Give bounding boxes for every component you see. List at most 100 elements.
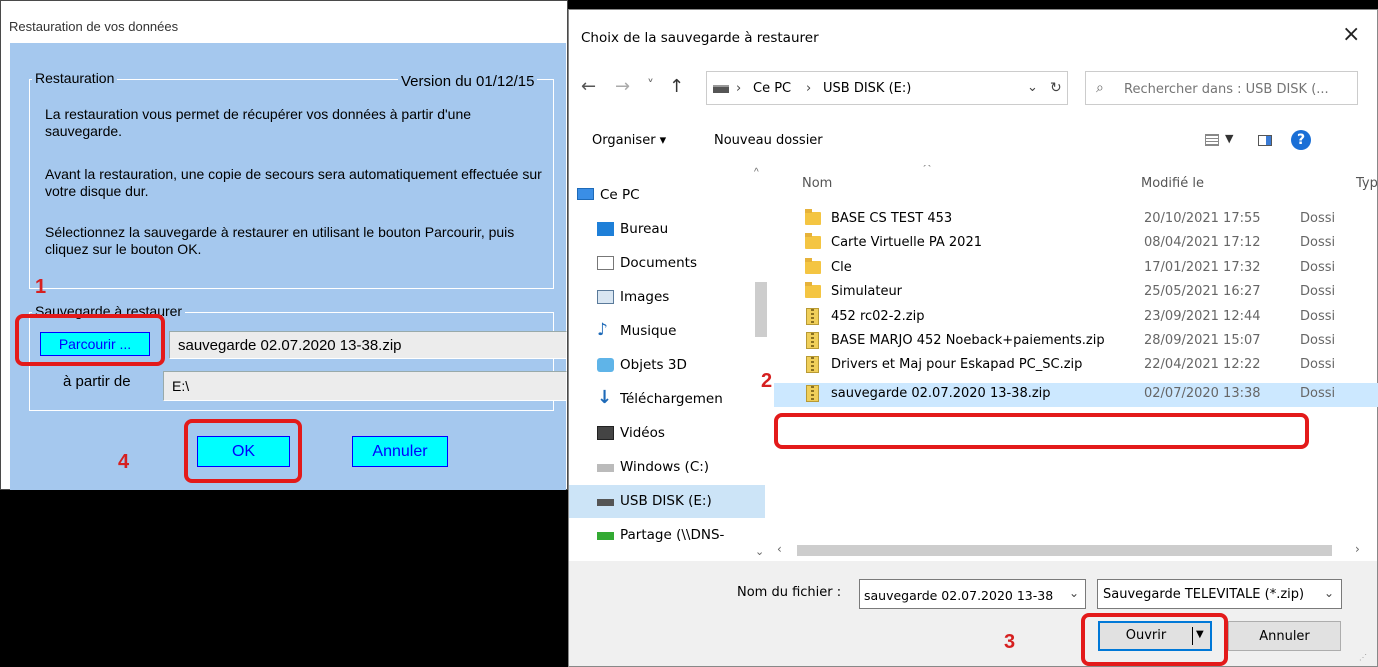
- nav-item-label: Vidéos: [620, 425, 665, 441]
- address-sep-1: ›: [736, 81, 742, 96]
- address-bar[interactable]: › Ce PC › USB DISK (E:) ⌄ ↻: [706, 71, 1068, 105]
- column-type[interactable]: Type: [1356, 176, 1378, 191]
- nav-item-label: Images: [620, 289, 670, 305]
- nav-item[interactable]: ♪ Musique: [569, 315, 765, 348]
- folder-icon: [805, 209, 821, 225]
- file-modified: 17/01/2021 17:32: [1144, 259, 1261, 275]
- nav-item-label: Documents: [620, 255, 697, 271]
- restore-dialog: Restauration de vos données Restauration…: [0, 0, 568, 490]
- file-row[interactable]: BASE MARJO 452 Noeback+paiements.zip 28/0…: [774, 330, 1378, 354]
- nav-item[interactable]: Images: [569, 281, 765, 314]
- open-options-dropdown-icon[interactable]: ▼: [1196, 629, 1204, 640]
- nav-item[interactable]: ↓ Téléchargemen: [569, 383, 765, 416]
- zip-icon: [806, 307, 819, 325]
- nav-item[interactable]: USB DISK (E:): [569, 485, 765, 518]
- picker-footer: Nom du fichier : ⌄ Sauvegarde TELEVITALE…: [569, 561, 1377, 666]
- from-path-field[interactable]: [163, 371, 567, 401]
- search-box[interactable]: ⌕: [1085, 71, 1358, 105]
- forward-arrow-icon[interactable]: →: [615, 76, 630, 97]
- refresh-icon[interactable]: ↻: [1050, 80, 1062, 96]
- nav-scroll-down-icon[interactable]: ⌄: [755, 545, 764, 558]
- chevron-down-icon[interactable]: ⌄: [1027, 80, 1038, 95]
- column-name[interactable]: Nom: [802, 176, 832, 191]
- nav-item[interactable]: Windows (C:): [569, 451, 765, 484]
- backup-file-field[interactable]: [169, 331, 567, 359]
- address-crumb-ce-pc[interactable]: Ce PC: [753, 81, 791, 96]
- help-icon[interactable]: ?: [1291, 130, 1311, 150]
- nav-item[interactable]: Bureau: [569, 213, 765, 246]
- chevron-down-icon[interactable]: ⌄: [1069, 586, 1079, 600]
- horizontal-scrollbar-thumb[interactable]: [797, 545, 1332, 556]
- column-modified[interactable]: Modifié le: [1141, 176, 1204, 191]
- file-row[interactable]: Drivers et Maj pour Eskapad PC_SC.zip 22/…: [774, 354, 1378, 378]
- file-row[interactable]: Simulateur 25/05/2021 16:27 Dossi: [774, 281, 1378, 305]
- view-mode-icon[interactable]: [1205, 134, 1219, 146]
- file-row-selected[interactable]: sauvegarde 02.07.2020 13-38.zip 02/07/202…: [774, 382, 1378, 407]
- preview-pane-icon[interactable]: [1258, 135, 1272, 146]
- address-crumb-usb[interactable]: USB DISK (E:): [823, 81, 911, 96]
- file-type: Dossi: [1300, 333, 1336, 348]
- filename-combo[interactable]: ⌄: [859, 579, 1086, 609]
- file-type-filter[interactable]: Sauvegarde TELEVITALE (*.zip) ⌄: [1097, 579, 1342, 609]
- file-type: Dossi: [1300, 357, 1336, 373]
- file-type: Dossi: [1300, 308, 1336, 324]
- up-arrow-icon[interactable]: ↑: [669, 76, 684, 97]
- file-row[interactable]: BASE CS TEST 453 20/10/2021 17:55 Dossi: [774, 208, 1378, 232]
- filename-input[interactable]: [864, 586, 1064, 604]
- file-name: Cle: [831, 259, 852, 275]
- nav-item[interactable]: Vidéos: [569, 417, 765, 450]
- chevron-down-icon[interactable]: ⌄: [1324, 586, 1334, 600]
- file-type: Dossi: [1300, 235, 1336, 251]
- nav-item[interactable]: Ce PC: [569, 179, 745, 212]
- scroll-right-icon[interactable]: ›: [1355, 542, 1360, 556]
- file-modified: 08/04/2021 17:12: [1144, 235, 1261, 251]
- folder-icon: [805, 233, 821, 250]
- horizontal-scrollbar[interactable]: ‹ ›: [774, 541, 1374, 559]
- nav-item-label: Musique: [620, 323, 677, 339]
- close-icon[interactable]: ×: [1342, 22, 1360, 47]
- videos-icon: [597, 426, 614, 440]
- file-modified: 02/07/2020 13:38: [1144, 385, 1261, 401]
- file-row[interactable]: Cle 17/01/2021 17:32 Dossi: [774, 257, 1378, 281]
- nav-item-label: Bureau: [620, 221, 669, 237]
- file-modified: 25/05/2021 16:27: [1144, 284, 1261, 300]
- usb-drive-icon: [597, 499, 614, 506]
- file-name: Carte Virtuelle PA 2021: [831, 235, 982, 251]
- nav-item-label: Objets 3D: [620, 357, 687, 373]
- picker-cancel-button[interactable]: Annuler: [1228, 621, 1341, 651]
- file-name: Simulateur: [831, 284, 903, 300]
- file-row[interactable]: 452 rc02-2.zip 23/09/2021 12:44 Dossi: [774, 306, 1378, 330]
- file-modified: 28/09/2021 15:07: [1144, 333, 1261, 348]
- organize-menu[interactable]: Organiser ▾: [592, 133, 666, 148]
- ok-button[interactable]: OK: [197, 436, 290, 467]
- browse-button[interactable]: Parcourir ...: [40, 332, 150, 356]
- nav-item[interactable]: Partage (\\DNS-: [569, 519, 765, 552]
- file-picker-dialog: Choix de la sauvegarde à restaurer × ← →…: [568, 9, 1378, 667]
- view-mode-dropdown-icon[interactable]: ▼: [1225, 132, 1233, 145]
- folder-icon: [805, 257, 821, 274]
- windows-drive-icon: [597, 464, 614, 472]
- annotation-number-4: 4: [118, 451, 130, 473]
- search-icon: ⌕: [1096, 80, 1104, 96]
- resize-grip-icon[interactable]: ⋰: [1359, 653, 1367, 662]
- file-row[interactable]: Carte Virtuelle PA 2021 08/04/2021 17:12 D…: [774, 232, 1378, 256]
- nav-scrollbar-thumb[interactable]: [755, 282, 767, 337]
- new-folder-button[interactable]: Nouveau dossier: [714, 133, 823, 148]
- file-name: Drivers et Maj pour Eskapad PC_SC.zip: [831, 357, 1083, 373]
- nav-item[interactable]: Objets 3D: [569, 349, 765, 382]
- recent-locations-icon[interactable]: ˅: [647, 78, 654, 94]
- nav-item[interactable]: Documents: [569, 247, 765, 280]
- file-modified: 22/04/2021 12:22: [1144, 357, 1261, 373]
- cancel-button[interactable]: Annuler: [352, 436, 448, 467]
- open-button[interactable]: Ouvrir ▼: [1098, 621, 1212, 651]
- back-arrow-icon[interactable]: ←: [581, 76, 596, 97]
- annotation-number-1: 1: [35, 276, 47, 298]
- annotation-number-3: 3: [1004, 631, 1016, 653]
- download-icon: ↓: [597, 387, 613, 408]
- restoration-group-label: Restauration: [32, 70, 118, 86]
- search-input[interactable]: [1124, 79, 1356, 99]
- filename-label: Nom du fichier :: [737, 585, 842, 600]
- scroll-left-icon[interactable]: ‹: [777, 542, 782, 556]
- nav-scroll-up-icon[interactable]: ^: [754, 167, 759, 178]
- address-sep-2: ›: [806, 81, 812, 96]
